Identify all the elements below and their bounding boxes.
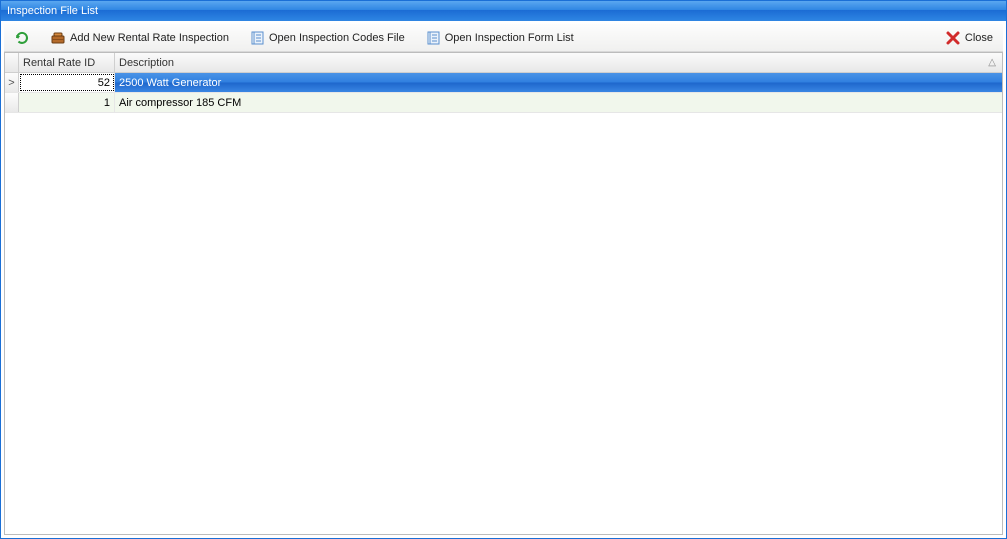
toolbox-icon	[50, 30, 66, 46]
grid-header: Rental Rate ID Description △	[5, 53, 1002, 73]
open-forms-label: Open Inspection Form List	[445, 32, 574, 44]
close-icon	[945, 30, 961, 46]
table-row[interactable]: >522500 Watt Generator	[5, 73, 1002, 93]
document-list-icon	[249, 30, 265, 46]
data-grid: Rental Rate ID Description △ >522500 Wat…	[4, 52, 1003, 535]
close-label: Close	[965, 32, 993, 44]
document-list-icon	[425, 30, 441, 46]
grid-body[interactable]: >522500 Watt Generator1Air compressor 18…	[5, 73, 1002, 534]
add-new-rental-rate-inspection-button[interactable]: Add New Rental Rate Inspection	[46, 28, 233, 48]
inspection-file-list-window: Inspection File List Add New Rental Rate…	[0, 0, 1007, 539]
col-header-description-label: Description	[119, 57, 174, 69]
open-inspection-codes-button[interactable]: Open Inspection Codes File	[245, 28, 409, 48]
window-title: Inspection File List	[1, 1, 1006, 21]
cell-rental-rate-id: 1	[19, 93, 115, 112]
sort-ascending-icon: △	[988, 57, 996, 68]
close-button[interactable]: Close	[941, 28, 997, 48]
table-row[interactable]: 1Air compressor 185 CFM	[5, 93, 1002, 113]
col-header-rental-rate-id[interactable]: Rental Rate ID	[19, 53, 115, 72]
cell-description: 2500 Watt Generator	[115, 73, 1002, 92]
add-label: Add New Rental Rate Inspection	[70, 32, 229, 44]
cell-description: Air compressor 185 CFM	[115, 93, 1002, 112]
col-header-indicator[interactable]	[5, 53, 19, 72]
open-inspection-form-list-button[interactable]: Open Inspection Form List	[421, 28, 578, 48]
row-indicator: >	[5, 73, 19, 92]
toolbar: Add New Rental Rate Inspection Open Insp…	[4, 24, 1003, 52]
refresh-button[interactable]	[10, 28, 34, 48]
open-codes-label: Open Inspection Codes File	[269, 32, 405, 44]
refresh-icon	[14, 30, 30, 46]
col-header-description[interactable]: Description △	[115, 53, 1002, 72]
row-indicator	[5, 93, 19, 112]
cell-rental-rate-id: 52	[19, 73, 115, 92]
